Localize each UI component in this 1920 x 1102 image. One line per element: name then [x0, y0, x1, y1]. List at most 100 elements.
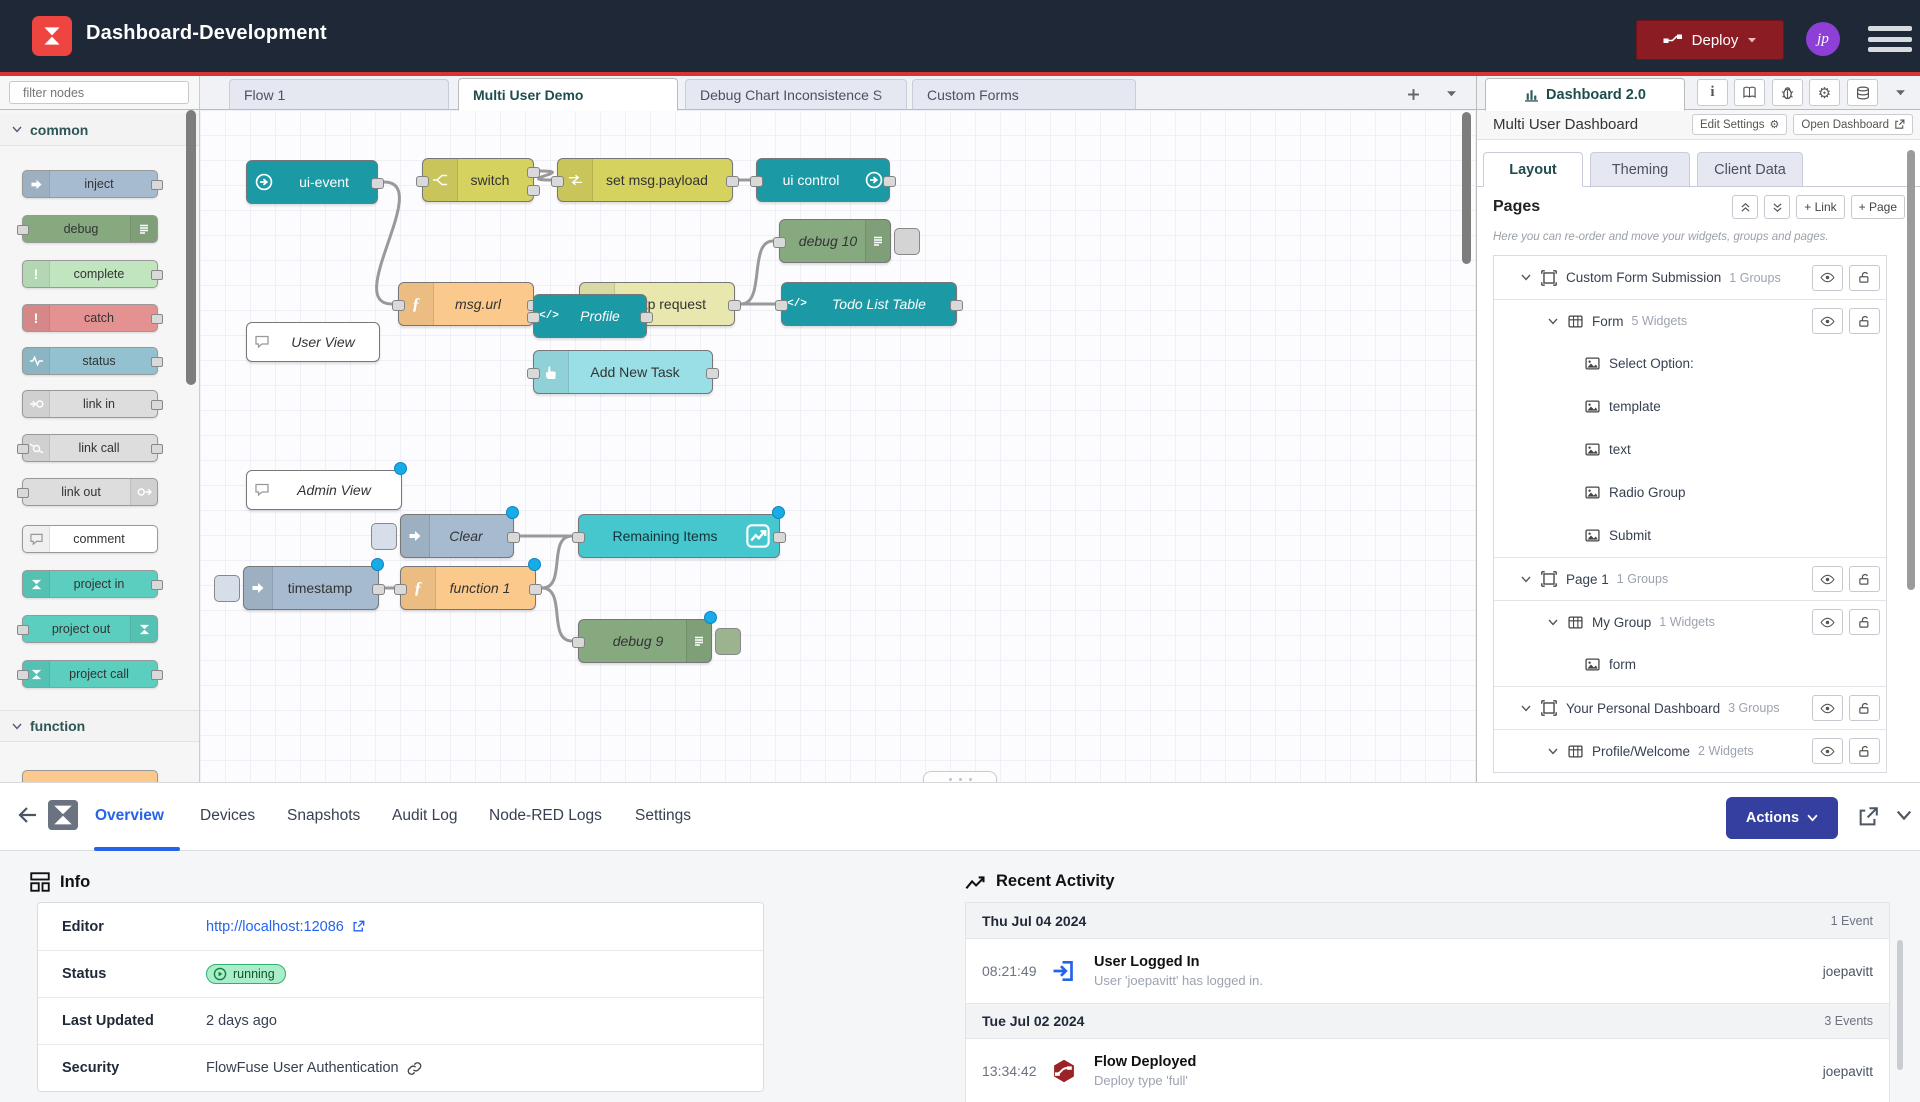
flow-canvas[interactable]: ui-event switch set msg.payload [200, 110, 1476, 782]
node-debug-10[interactable]: debug 10 [779, 219, 891, 263]
palette-section-function[interactable]: function [0, 710, 199, 742]
output-port[interactable] [640, 312, 653, 323]
palette-node-partial[interactable] [22, 770, 158, 782]
activity-event-row[interactable]: 13:34:42 Flow Deployed Deploy type 'full… [966, 1039, 1889, 1102]
output-port[interactable] [728, 300, 741, 311]
info-tab-button[interactable]: i [1697, 79, 1728, 106]
main-menu-button[interactable] [1868, 26, 1912, 52]
palette-node-project-out[interactable]: project out [22, 615, 158, 643]
palette-scrollbar[interactable] [186, 110, 196, 385]
visibility-button[interactable] [1812, 695, 1843, 721]
tree-row-page[interactable]: Page 1 1 Groups [1494, 557, 1886, 600]
input-port[interactable] [527, 312, 540, 323]
add-link-button[interactable]: + Link [1796, 195, 1844, 219]
chevron-down-icon[interactable] [1548, 318, 1560, 325]
output-port[interactable] [529, 584, 542, 595]
chevron-down-icon[interactable] [1521, 274, 1533, 281]
panel-resize-handle[interactable] [923, 771, 997, 782]
inject-button[interactable] [214, 575, 240, 602]
tab-debug-chart[interactable]: Debug Chart Inconsistence S [685, 79, 907, 110]
palette-node-catch[interactable]: ! catch [22, 304, 158, 332]
input-port[interactable] [416, 176, 429, 187]
node-msg-url[interactable]: ƒ msg.url [398, 282, 534, 326]
context-tab-button[interactable] [1847, 79, 1878, 106]
input-port[interactable] [392, 300, 405, 311]
node-add-new-task[interactable]: Add New Task [533, 350, 713, 394]
input-port[interactable] [551, 176, 564, 187]
palette-node-complete[interactable]: ! complete [22, 260, 158, 288]
visibility-button[interactable] [1812, 308, 1843, 334]
output-port[interactable] [773, 532, 786, 543]
output-port[interactable] [950, 300, 963, 311]
chevron-down-icon[interactable] [1548, 619, 1560, 626]
node-timestamp[interactable]: timestamp [243, 566, 379, 610]
palette-filter-input[interactable] [21, 85, 186, 101]
expand-all-button[interactable] [1764, 195, 1790, 219]
add-flow-button[interactable] [1400, 83, 1426, 105]
palette-node-comment[interactable]: comment [22, 525, 158, 553]
avatar[interactable]: jp [1806, 22, 1840, 56]
node-debug-9[interactable]: debug 9 [578, 619, 712, 663]
node-change[interactable]: set msg.payload [557, 158, 733, 202]
visibility-button[interactable] [1812, 265, 1843, 291]
tab-client-data[interactable]: Client Data [1697, 152, 1803, 187]
input-port[interactable] [572, 532, 585, 543]
tab-dashboard-2[interactable]: Dashboard 2.0 [1485, 78, 1685, 111]
flow-list-caret-button[interactable] [1438, 83, 1464, 105]
node-todo-list-table[interactable]: </> Todo List Table [781, 282, 957, 326]
config-tab-button[interactable]: ⚙ [1809, 79, 1840, 106]
flowfuse-logo-icon[interactable] [32, 16, 72, 56]
chevron-down-icon[interactable] [1548, 748, 1560, 755]
unlock-button[interactable] [1849, 308, 1880, 334]
output-port-1[interactable] [527, 167, 540, 178]
link-chain-icon[interactable] [407, 1061, 422, 1076]
tab-flow-1[interactable]: Flow 1 [229, 79, 449, 110]
tree-row-group[interactable]: Form 5 Widgets [1494, 299, 1886, 342]
visibility-button[interactable] [1812, 609, 1843, 635]
sidebar-caret-button[interactable] [1887, 82, 1913, 104]
node-comment-user-view[interactable]: User View [246, 322, 380, 362]
tree-row-widget[interactable]: Submit [1494, 514, 1886, 557]
output-port[interactable] [726, 176, 739, 187]
tree-row-group[interactable]: My Group 1 Widgets [1494, 600, 1886, 643]
chevron-down-icon[interactable] [1521, 576, 1533, 583]
inject-button[interactable] [371, 523, 397, 550]
tree-row-widget[interactable]: Radio Group [1494, 471, 1886, 514]
output-port[interactable] [883, 176, 896, 187]
deploy-caret-icon[interactable] [1747, 37, 1757, 44]
visibility-button[interactable] [1812, 738, 1843, 764]
unlock-button[interactable] [1849, 609, 1880, 635]
input-port[interactable] [750, 176, 763, 187]
input-port[interactable] [775, 300, 788, 311]
deploy-button[interactable]: Deploy [1636, 20, 1784, 60]
palette-section-common[interactable]: common [0, 114, 199, 146]
unlock-button[interactable] [1849, 738, 1880, 764]
input-port[interactable] [394, 584, 407, 595]
activity-event-row[interactable]: 08:21:49 User Logged In User 'joepavitt'… [966, 939, 1889, 1003]
open-dashboard-button[interactable]: Open Dashboard [1793, 114, 1913, 135]
node-comment-admin-view[interactable]: Admin View [246, 470, 402, 510]
tab-audit-log[interactable]: Audit Log [392, 783, 458, 849]
help-tab-button[interactable] [1734, 79, 1765, 106]
palette-node-inject[interactable]: inject [22, 170, 158, 198]
add-page-button[interactable]: + Page [1851, 195, 1905, 219]
tab-overview[interactable]: Overview [95, 783, 164, 849]
node-ui-control[interactable]: ui control [756, 158, 890, 202]
tree-row-page[interactable]: Your Personal Dashboard 3 Groups [1494, 686, 1886, 729]
palette-node-link-out[interactable]: link out [22, 478, 158, 506]
output-port[interactable] [507, 532, 520, 543]
back-button[interactable] [16, 803, 40, 827]
edit-settings-button[interactable]: Edit Settings ⚙ [1692, 114, 1787, 135]
palette-node-status[interactable]: status [22, 347, 158, 375]
palette-filter[interactable] [9, 81, 189, 104]
tab-theming[interactable]: Theming [1590, 152, 1690, 187]
node-profile[interactable]: </> Profile [533, 294, 647, 338]
tab-custom-forms[interactable]: Custom Forms [912, 79, 1136, 110]
collapse-all-button[interactable] [1732, 195, 1758, 219]
collapse-panel-button[interactable] [1896, 810, 1912, 821]
node-remaining-items[interactable]: Remaining Items [578, 514, 780, 558]
input-port[interactable] [773, 237, 786, 248]
tree-row-widget[interactable]: form [1494, 643, 1886, 686]
tree-row-widget[interactable]: text [1494, 428, 1886, 471]
tree-row-page[interactable]: Custom Form Submission 1 Groups [1494, 256, 1886, 299]
